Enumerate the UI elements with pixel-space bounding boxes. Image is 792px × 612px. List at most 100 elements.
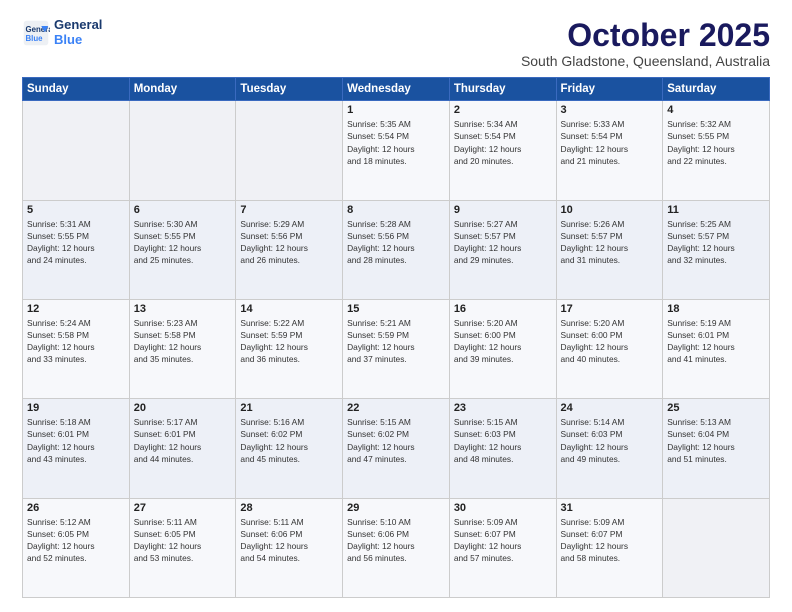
- day-info: Sunrise: 5:34 AM Sunset: 5:54 PM Dayligh…: [454, 118, 552, 167]
- header: General Blue General Blue October 2025 S…: [22, 18, 770, 69]
- day-number: 24: [561, 402, 659, 414]
- day-info: Sunrise: 5:21 AM Sunset: 5:59 PM Dayligh…: [347, 317, 445, 366]
- day-info: Sunrise: 5:14 AM Sunset: 6:03 PM Dayligh…: [561, 416, 659, 465]
- day-number: 18: [667, 303, 765, 315]
- day-number: 4: [667, 104, 765, 116]
- logo: General Blue General Blue: [22, 18, 102, 48]
- day-info: Sunrise: 5:33 AM Sunset: 5:54 PM Dayligh…: [561, 118, 659, 167]
- logo-general: General: [54, 18, 102, 33]
- calendar-cell: 24 Sunrise: 5:14 AM Sunset: 6:03 PM Dayli…: [556, 399, 663, 498]
- day-info: Sunrise: 5:16 AM Sunset: 6:02 PM Dayligh…: [240, 416, 338, 465]
- calendar-cell: 7 Sunrise: 5:29 AM Sunset: 5:56 PM Daylig…: [236, 200, 343, 299]
- day-info: Sunrise: 5:22 AM Sunset: 5:59 PM Dayligh…: [240, 317, 338, 366]
- day-number: 13: [134, 303, 232, 315]
- calendar-cell: 15 Sunrise: 5:21 AM Sunset: 5:59 PM Dayli…: [343, 299, 450, 398]
- calendar-cell: [663, 498, 770, 597]
- logo-blue: Blue: [54, 33, 102, 48]
- day-info: Sunrise: 5:20 AM Sunset: 6:00 PM Dayligh…: [561, 317, 659, 366]
- calendar-cell: 22 Sunrise: 5:15 AM Sunset: 6:02 PM Dayli…: [343, 399, 450, 498]
- day-number: 5: [27, 204, 125, 216]
- calendar-cell: 20Sunrise: 5:17 AM Sunset: 6:01 PM Dayli…: [129, 399, 236, 498]
- day-number: 30: [454, 502, 552, 514]
- calendar-week-1: 1Sunrise: 5:35 AM Sunset: 5:54 PM Daylig…: [23, 101, 770, 200]
- month-title: October 2025: [521, 18, 770, 53]
- day-number: 22: [347, 402, 445, 414]
- calendar-cell: 6 Sunrise: 5:30 AM Sunset: 5:55 PM Daylig…: [129, 200, 236, 299]
- col-saturday: Saturday: [663, 78, 770, 101]
- calendar-cell: 17 Sunrise: 5:20 AM Sunset: 6:00 PM Dayli…: [556, 299, 663, 398]
- calendar-cell: 25 Sunrise: 5:13 AM Sunset: 6:04 PM Dayli…: [663, 399, 770, 498]
- calendar-cell: 12 Sunrise: 5:24 AM Sunset: 5:58 PM Dayli…: [23, 299, 130, 398]
- day-number: 29: [347, 502, 445, 514]
- day-number: 15: [347, 303, 445, 315]
- col-wednesday: Wednesday: [343, 78, 450, 101]
- day-number: 2: [454, 104, 552, 116]
- calendar-table: Sunday Monday Tuesday Wednesday Thursday…: [22, 77, 770, 598]
- day-number: 17: [561, 303, 659, 315]
- title-block: October 2025 South Gladstone, Queensland…: [521, 18, 770, 69]
- calendar-week-5: 26Sunrise: 5:12 AM Sunset: 6:05 PM Dayli…: [23, 498, 770, 597]
- calendar-cell: 31 Sunrise: 5:09 AM Sunset: 6:07 PM Dayli…: [556, 498, 663, 597]
- day-number: 31: [561, 502, 659, 514]
- calendar-cell: 18 Sunrise: 5:19 AM Sunset: 6:01 PM Dayli…: [663, 299, 770, 398]
- calendar-cell: [129, 101, 236, 200]
- day-info: Sunrise: 5:30 AM Sunset: 5:55 PM Dayligh…: [134, 218, 232, 267]
- location-subtitle: South Gladstone, Queensland, Australia: [521, 53, 770, 69]
- day-number: 23: [454, 402, 552, 414]
- day-info: Sunrise: 5:15 AM Sunset: 6:02 PM Dayligh…: [347, 416, 445, 465]
- day-info: Sunrise: 5:27 AM Sunset: 5:57 PM Dayligh…: [454, 218, 552, 267]
- logo-icon: General Blue: [22, 19, 50, 47]
- calendar-cell: 3 Sunrise: 5:33 AM Sunset: 5:54 PM Daylig…: [556, 101, 663, 200]
- day-number: 16: [454, 303, 552, 315]
- calendar-cell: [23, 101, 130, 200]
- svg-text:Blue: Blue: [26, 34, 44, 43]
- calendar-cell: 13Sunrise: 5:23 AM Sunset: 5:58 PM Dayli…: [129, 299, 236, 398]
- calendar-cell: 14 Sunrise: 5:22 AM Sunset: 5:59 PM Dayli…: [236, 299, 343, 398]
- calendar-cell: [236, 101, 343, 200]
- col-monday: Monday: [129, 78, 236, 101]
- calendar-cell: 8Sunrise: 5:28 AM Sunset: 5:56 PM Daylig…: [343, 200, 450, 299]
- page: General Blue General Blue October 2025 S…: [0, 0, 792, 612]
- day-info: Sunrise: 5:31 AM Sunset: 5:55 PM Dayligh…: [27, 218, 125, 267]
- day-info: Sunrise: 5:29 AM Sunset: 5:56 PM Dayligh…: [240, 218, 338, 267]
- calendar-week-4: 19 Sunrise: 5:18 AM Sunset: 6:01 PM Dayli…: [23, 399, 770, 498]
- day-number: 27: [134, 502, 232, 514]
- calendar-cell: 19 Sunrise: 5:18 AM Sunset: 6:01 PM Dayli…: [23, 399, 130, 498]
- day-info: Sunrise: 5:25 AM Sunset: 5:57 PM Dayligh…: [667, 218, 765, 267]
- calendar-cell: 5 Sunrise: 5:31 AM Sunset: 5:55 PM Daylig…: [23, 200, 130, 299]
- calendar-cell: 1Sunrise: 5:35 AM Sunset: 5:54 PM Daylig…: [343, 101, 450, 200]
- day-number: 3: [561, 104, 659, 116]
- calendar-cell: 26Sunrise: 5:12 AM Sunset: 6:05 PM Dayli…: [23, 498, 130, 597]
- day-info: Sunrise: 5:18 AM Sunset: 6:01 PM Dayligh…: [27, 416, 125, 465]
- day-number: 19: [27, 402, 125, 414]
- day-info: Sunrise: 5:35 AM Sunset: 5:54 PM Dayligh…: [347, 118, 445, 167]
- day-number: 12: [27, 303, 125, 315]
- calendar-cell: 4Sunrise: 5:32 AM Sunset: 5:55 PM Daylig…: [663, 101, 770, 200]
- day-info: Sunrise: 5:20 AM Sunset: 6:00 PM Dayligh…: [454, 317, 552, 366]
- calendar-week-2: 5 Sunrise: 5:31 AM Sunset: 5:55 PM Daylig…: [23, 200, 770, 299]
- day-number: 6: [134, 204, 232, 216]
- day-number: 9: [454, 204, 552, 216]
- calendar-cell: 2 Sunrise: 5:34 AM Sunset: 5:54 PM Daylig…: [449, 101, 556, 200]
- calendar-cell: 9 Sunrise: 5:27 AM Sunset: 5:57 PM Daylig…: [449, 200, 556, 299]
- day-info: Sunrise: 5:11 AM Sunset: 6:06 PM Dayligh…: [240, 516, 338, 565]
- day-info: Sunrise: 5:17 AM Sunset: 6:01 PM Dayligh…: [134, 416, 232, 465]
- calendar-cell: 30Sunrise: 5:09 AM Sunset: 6:07 PM Dayli…: [449, 498, 556, 597]
- day-number: 25: [667, 402, 765, 414]
- day-info: Sunrise: 5:13 AM Sunset: 6:04 PM Dayligh…: [667, 416, 765, 465]
- day-info: Sunrise: 5:11 AM Sunset: 6:05 PM Dayligh…: [134, 516, 232, 565]
- calendar-cell: 27 Sunrise: 5:11 AM Sunset: 6:05 PM Dayli…: [129, 498, 236, 597]
- day-info: Sunrise: 5:10 AM Sunset: 6:06 PM Dayligh…: [347, 516, 445, 565]
- day-number: 26: [27, 502, 125, 514]
- col-friday: Friday: [556, 78, 663, 101]
- day-info: Sunrise: 5:28 AM Sunset: 5:56 PM Dayligh…: [347, 218, 445, 267]
- day-number: 28: [240, 502, 338, 514]
- calendar-cell: 11Sunrise: 5:25 AM Sunset: 5:57 PM Dayli…: [663, 200, 770, 299]
- day-info: Sunrise: 5:24 AM Sunset: 5:58 PM Dayligh…: [27, 317, 125, 366]
- day-number: 14: [240, 303, 338, 315]
- day-info: Sunrise: 5:09 AM Sunset: 6:07 PM Dayligh…: [561, 516, 659, 565]
- day-number: 7: [240, 204, 338, 216]
- calendar-cell: 23Sunrise: 5:15 AM Sunset: 6:03 PM Dayli…: [449, 399, 556, 498]
- calendar-week-3: 12 Sunrise: 5:24 AM Sunset: 5:58 PM Dayli…: [23, 299, 770, 398]
- day-info: Sunrise: 5:19 AM Sunset: 6:01 PM Dayligh…: [667, 317, 765, 366]
